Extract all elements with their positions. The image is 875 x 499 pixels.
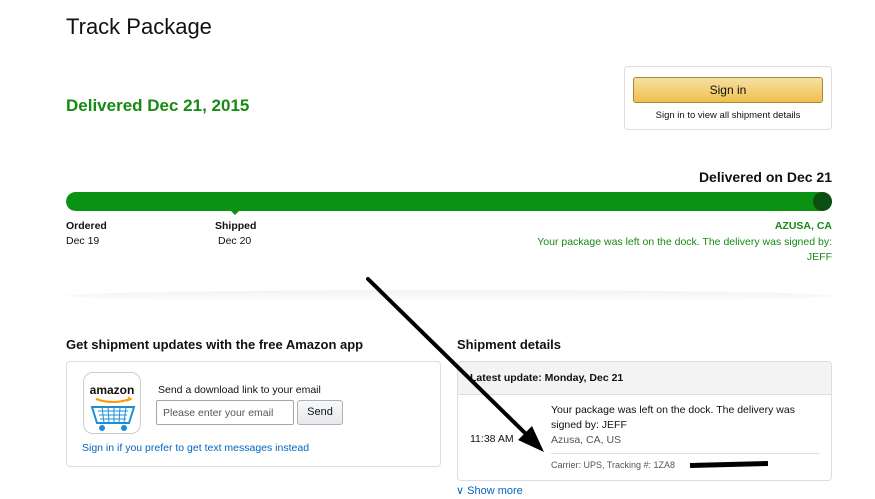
amazon-app-icon: amazon — [83, 372, 141, 434]
event-separator — [551, 453, 819, 454]
app-promo-panel: amazon Send a download link to your emai… — [66, 361, 441, 467]
page-title: Track Package — [66, 14, 212, 39]
signin-subtext: Sign in to view all shipment details — [655, 110, 801, 121]
signin-panel: Sign in Sign in to view all shipment det… — [624, 66, 832, 130]
carrier-info: Carrier: UPS, Tracking #: 1ZA8 — [551, 460, 676, 470]
shipment-header: Latest update: Monday, Dec 21 — [458, 362, 831, 395]
send-link-label: Send a download link to your email — [158, 384, 321, 396]
app-promo-heading: Get shipment updates with the free Amazo… — [66, 337, 364, 352]
event-time: 11:38 AM — [470, 433, 514, 445]
show-more-label: Show more — [467, 485, 523, 497]
event-location: Azusa, CA, US — [551, 434, 622, 446]
progress-end-marker — [813, 192, 832, 211]
sign-in-button[interactable]: Sign in — [633, 77, 823, 103]
cart-icon — [90, 396, 136, 431]
delivery-message: Your package was left on the dock. The d… — [502, 235, 832, 265]
milestone-shipped-label: Shipped — [215, 220, 257, 232]
shipment-details-panel: Latest update: Monday, Dec 21 11:38 AM Y… — [457, 361, 832, 481]
delivered-headline: Delivered Dec 21, 2015 — [66, 96, 250, 115]
send-button[interactable]: Send — [297, 400, 343, 425]
delivery-message-line2: JEFF — [806, 251, 832, 263]
milestone-ordered-date: Dec 19 — [66, 235, 100, 247]
delivery-message-line1: Your package was left on the dock. The d… — [537, 236, 832, 248]
progress-fill — [66, 192, 832, 211]
shipment-details-heading: Shipment details — [457, 337, 562, 352]
show-more-link[interactable]: ∨ Show more — [456, 484, 523, 497]
email-field[interactable] — [156, 400, 294, 425]
latest-update-label: Latest update: Monday, Dec 21 — [470, 372, 624, 384]
section-divider — [66, 290, 832, 302]
milestone-shipped-date: Dec 20 — [218, 235, 252, 247]
delivery-location: AZUSA, CA — [774, 220, 832, 232]
text-messages-link[interactable]: Sign in if you prefer to get text messag… — [82, 442, 309, 454]
progress-bar — [66, 192, 832, 211]
chevron-down-icon: ∨ — [456, 485, 465, 497]
event-message: Your package was left on the dock. The d… — [551, 404, 795, 431]
delivered-on-label: Delivered on Dec 21 — [698, 169, 832, 185]
shipped-notch — [230, 210, 240, 215]
milestone-ordered-label: Ordered — [66, 220, 107, 232]
